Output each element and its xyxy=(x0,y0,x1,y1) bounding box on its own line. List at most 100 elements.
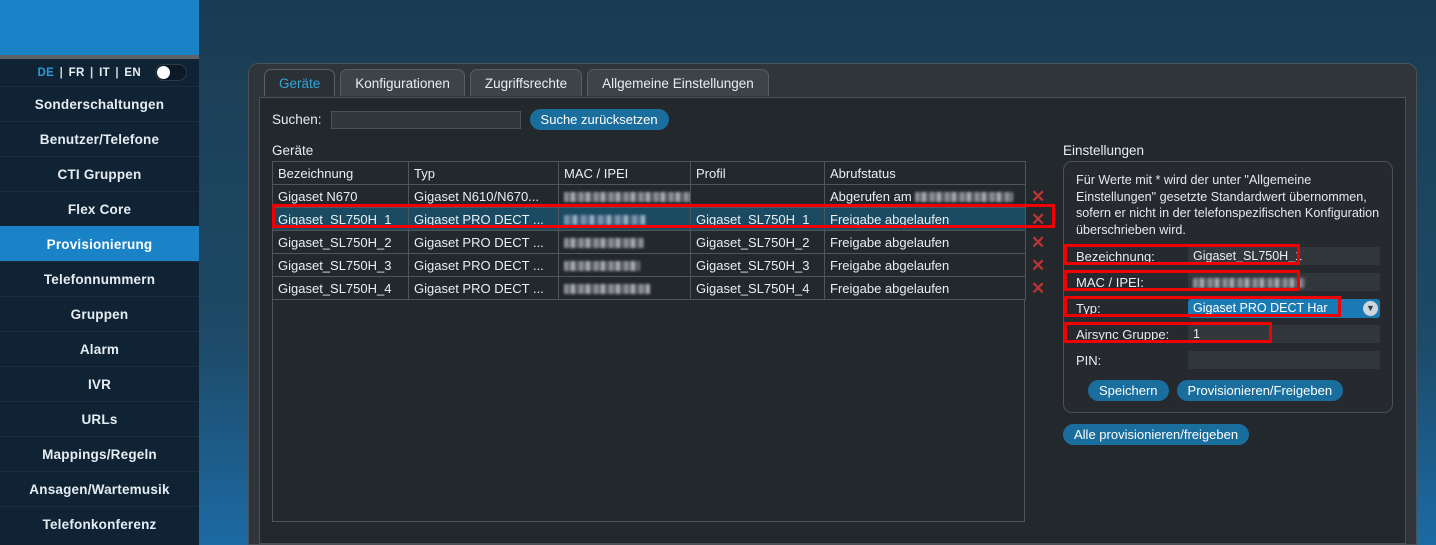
search-row: Suchen: Suche zurücksetzen xyxy=(260,98,1405,130)
sidebar-item-flex-core[interactable]: Flex Core xyxy=(0,191,199,226)
sidebar-item-alarm[interactable]: Alarm xyxy=(0,331,199,366)
cell-bezeichnung: Gigaset_SL750H_1 xyxy=(272,207,409,231)
column-header-profil[interactable]: Profil xyxy=(690,161,825,185)
sidebar-item-urls[interactable]: URLs xyxy=(0,401,199,436)
field-input-mac-ipei[interactable] xyxy=(1188,273,1380,291)
delete-row-cell[interactable]: ✕ xyxy=(1026,208,1052,231)
tab-konfigurationen[interactable]: Konfigurationen xyxy=(340,69,465,96)
delete-icon[interactable]: ✕ xyxy=(1031,210,1045,229)
field-row-pin: PIN: xyxy=(1076,349,1380,371)
column-header-label: Bezeichnung xyxy=(278,165,354,181)
field-select-typ[interactable]: Gigaset PRO DECT Har xyxy=(1188,298,1380,318)
language-switcher[interactable]: DE | FR | IT | EN xyxy=(0,59,199,86)
tab-label: Geräte xyxy=(279,75,321,91)
delete-icon[interactable]: ✕ xyxy=(1031,233,1045,252)
cell-typ-text: Gigaset PRO DECT ... xyxy=(414,280,544,296)
tab-allgemeine-einstellungen[interactable]: Allgemeine Einstellungen xyxy=(587,69,769,96)
delete-row-cell[interactable]: ✕ xyxy=(1026,231,1052,254)
column-header-label: Abrufstatus xyxy=(830,165,896,181)
language-it[interactable]: IT xyxy=(99,67,110,79)
language-en[interactable]: EN xyxy=(124,67,141,79)
cell-profil: Gigaset_SL750H_1 xyxy=(690,207,825,231)
sidebar-nav: Sonderschaltungen Benutzer/Telefone CTI Gr… xyxy=(0,86,199,541)
devices-table-head: Bezeichnung Typ MAC / IPEI Profil Abrufstatu… xyxy=(272,161,1052,185)
content-columns: Geräte Bezeichnung Typ MAC / IPEI Profil Abr… xyxy=(260,130,1405,522)
cell-profil-text: Gigaset_SL750H_4 xyxy=(696,280,810,296)
sidebar-item-sonderschaltungen[interactable]: Sonderschaltungen xyxy=(0,86,199,121)
sidebar-item-telefonnummern[interactable]: Telefonnummern xyxy=(0,261,199,296)
table-row[interactable]: Gigaset_SL750H_2 Gigaset PRO DECT ... Giga… xyxy=(272,230,1052,254)
field-row-airsync-gruppe: Airsync Gruppe: 1 xyxy=(1076,323,1380,345)
tab-zugriffsrechte[interactable]: Zugriffsrechte xyxy=(469,69,583,96)
cell-typ-text: Gigaset PRO DECT ... xyxy=(414,211,544,227)
cell-abrufstatus-text: Abgerufen am xyxy=(830,188,916,204)
sidebar-item-mappings-regeln[interactable]: Mappings/Regeln xyxy=(0,436,199,471)
sidebar-item-gruppen[interactable]: Gruppen xyxy=(0,296,199,331)
tab-ger-te[interactable]: Geräte xyxy=(264,69,336,96)
column-header-typ[interactable]: Typ xyxy=(408,161,559,185)
redacted-date xyxy=(915,192,1014,203)
column-header-bezeichnung[interactable]: Bezeichnung xyxy=(272,161,409,185)
redacted-value xyxy=(564,238,644,249)
provision-release-button[interactable]: Provisionieren/Freigeben xyxy=(1176,380,1344,401)
cell-typ: Gigaset PRO DECT ... xyxy=(408,207,559,231)
table-row[interactable]: Gigaset_SL750H_1 Gigaset PRO DECT ... Giga… xyxy=(272,207,1052,231)
toggle-knob xyxy=(157,66,170,79)
field-input-bezeichnung[interactable]: Gigaset_SL750H_1 xyxy=(1188,247,1380,265)
redacted-value xyxy=(564,261,640,272)
delete-row-cell[interactable]: ✕ xyxy=(1026,254,1052,277)
delete-icon[interactable]: ✕ xyxy=(1031,256,1045,275)
delete-row-cell[interactable]: ✕ xyxy=(1026,277,1052,300)
column-header-abrufstatus[interactable]: Abrufstatus xyxy=(824,161,1026,185)
field-label-airsync-gruppe: Airsync Gruppe: xyxy=(1076,326,1170,342)
sidebar-item-cti-gruppen[interactable]: CTI Gruppen xyxy=(0,156,199,191)
language-fr[interactable]: FR xyxy=(69,67,85,79)
table-row[interactable]: Gigaset_SL750H_4 Gigaset PRO DECT ... Giga… xyxy=(272,276,1052,300)
language-de[interactable]: DE xyxy=(38,67,55,79)
sidebar-item-benutzer-telefone[interactable]: Benutzer/Telefone xyxy=(0,121,199,156)
cell-bezeichnung-text: Gigaset_SL750H_3 xyxy=(278,257,392,273)
settings-note: Für Werte mit * wird der unter "Allgemei… xyxy=(1076,173,1380,237)
table-row[interactable]: Gigaset N670 Gigaset N610/N670... Abgerufe… xyxy=(272,184,1052,208)
table-row[interactable]: Gigaset_SL750H_3 Gigaset PRO DECT ... Giga… xyxy=(272,253,1052,277)
field-input-airsync-gruppe[interactable]: 1 xyxy=(1188,325,1380,343)
settings-buttons: Speichern Provisionieren/Freigeben xyxy=(1076,380,1380,401)
cell-abrufstatus-text: Freigabe abgelaufen xyxy=(830,257,950,273)
devices-column: Geräte Bezeichnung Typ MAC / IPEI Profil Abr… xyxy=(272,143,1055,522)
redacted-value xyxy=(564,215,646,226)
cell-abrufstatus-text: Freigabe abgelaufen xyxy=(830,280,950,296)
cell-profil: Gigaset_SL750H_4 xyxy=(690,276,825,300)
sidebar-item-label: Ansagen/Wartemusik xyxy=(29,481,170,497)
sidebar-item-provisionierung[interactable]: Provisionierung xyxy=(0,226,199,261)
sidebar-item-ivr[interactable]: IVR xyxy=(0,366,199,401)
language-list: DE | FR | IT | EN xyxy=(38,67,141,79)
search-input[interactable] xyxy=(330,110,521,129)
theme-toggle-switch[interactable] xyxy=(155,64,187,81)
provision-all-button[interactable]: Alle provisionieren/freigeben xyxy=(1063,424,1250,445)
field-row-typ: Typ: Gigaset PRO DECT Har ▼ xyxy=(1076,297,1380,319)
reset-search-button[interactable]: Suche zurücksetzen xyxy=(529,109,669,130)
sidebar-item-label: Alarm xyxy=(79,341,120,357)
column-header-label: Profil xyxy=(696,165,726,181)
cell-bezeichnung: Gigaset N670 xyxy=(272,184,409,208)
field-input-pin[interactable] xyxy=(1188,351,1380,369)
sidebar: DE | FR | IT | EN Sonderschaltungen Benut… xyxy=(0,0,199,545)
column-header-mac-ipei[interactable]: MAC / IPEI xyxy=(558,161,691,185)
cell-abrufstatus-text: Freigabe abgelaufen xyxy=(830,234,950,250)
tab-label: Allgemeine Einstellungen xyxy=(602,75,754,91)
sidebar-item-ansagen-wartemusik[interactable]: Ansagen/Wartemusik xyxy=(0,471,199,506)
redacted-value xyxy=(564,192,690,203)
cell-typ-text: Gigaset PRO DECT ... xyxy=(414,257,544,273)
select-wrapper-typ: Gigaset PRO DECT Har ▼ xyxy=(1188,298,1380,318)
save-button[interactable]: Speichern xyxy=(1088,380,1169,401)
redacted-value xyxy=(1193,277,1305,288)
delete-row-cell[interactable]: ✕ xyxy=(1026,185,1052,208)
sidebar-item-telefonkonferenz[interactable]: Telefonkonferenz xyxy=(0,506,199,541)
cell-typ: Gigaset PRO DECT ... xyxy=(408,276,559,300)
sidebar-item-label: Gruppen xyxy=(70,306,129,322)
delete-icon[interactable]: ✕ xyxy=(1031,187,1045,206)
sidebar-item-label: Benutzer/Telefone xyxy=(39,131,160,147)
cell-mac-ipei xyxy=(558,276,691,300)
delete-icon[interactable]: ✕ xyxy=(1031,279,1045,298)
sidebar-item-label: Sonderschaltungen xyxy=(34,96,165,112)
